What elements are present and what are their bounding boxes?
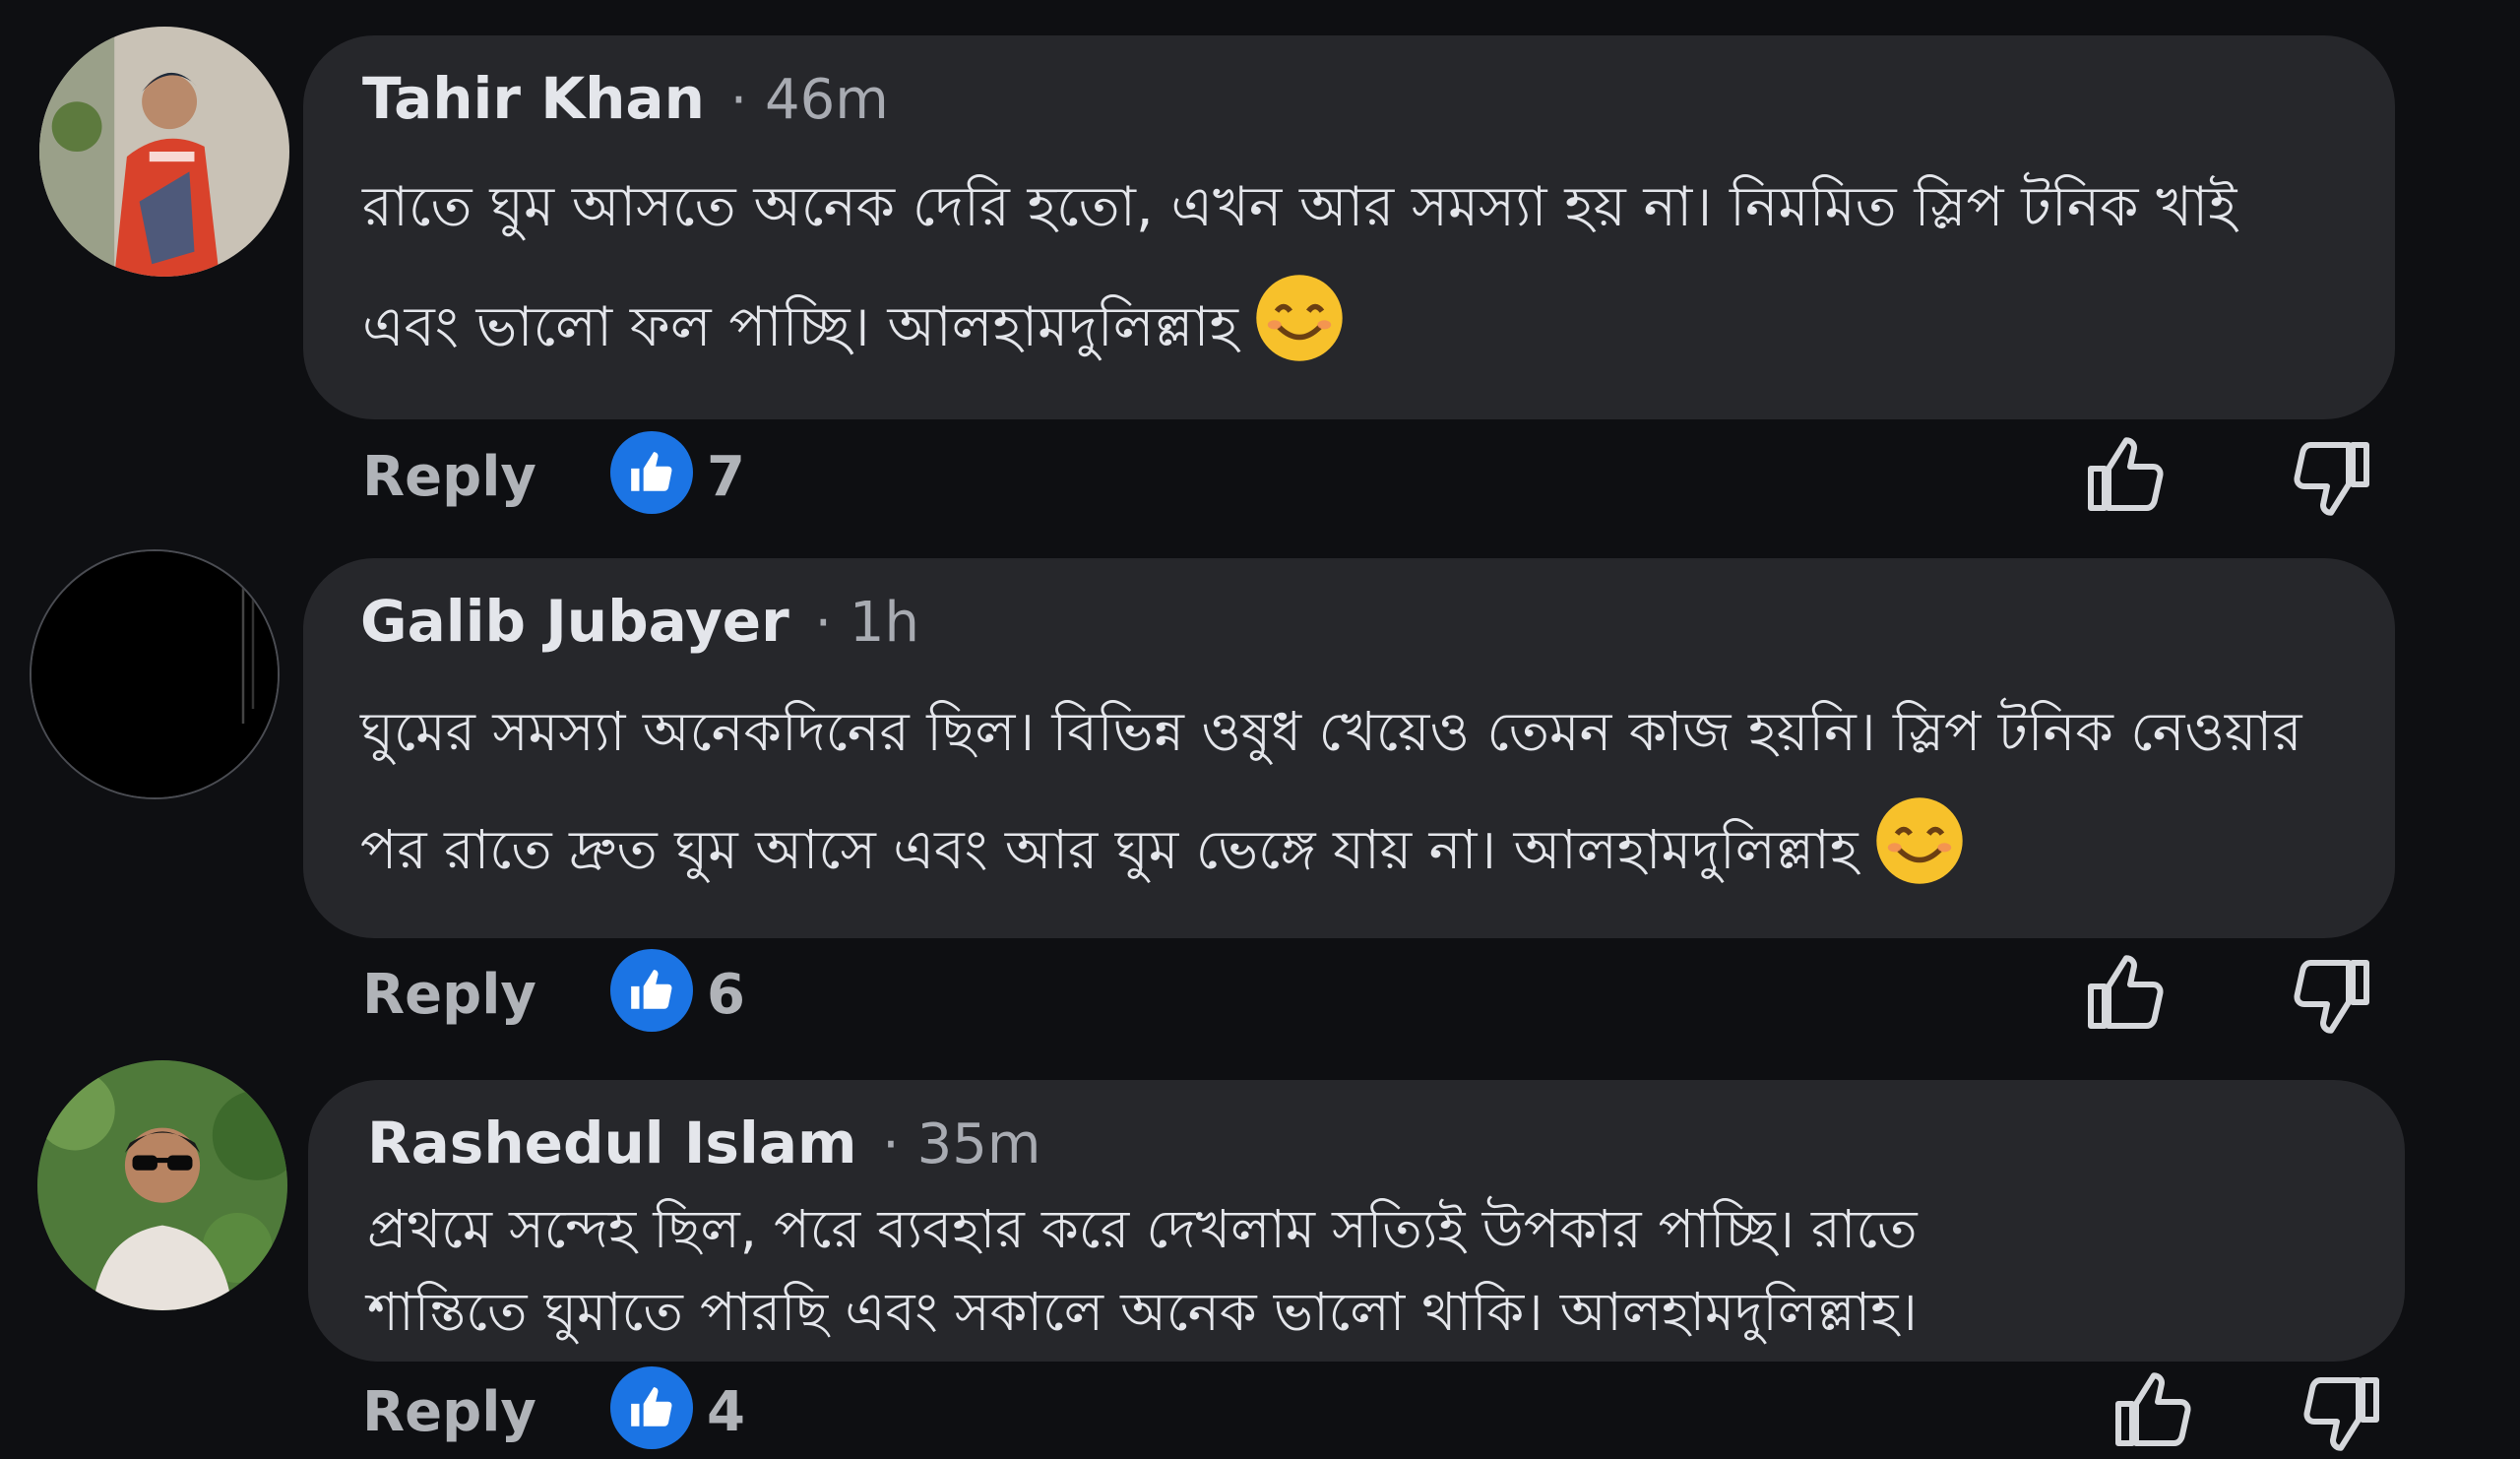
comment-actions: Reply 7 [0,429,2520,524]
like-count: 4 [707,1380,745,1444]
thumbs-up-icon[interactable] [2079,429,2174,524]
comment-actions: Reply 4 [0,1364,2520,1459]
author-name[interactable]: Galib Jubayer [360,588,789,655]
smiling-face-icon [1875,797,1963,884]
comment-bubble: Tahir Khan · 46m রাতে ঘুম আসতে অনেক দেরি… [303,35,2395,419]
like-reaction-badge[interactable] [610,1366,693,1449]
avatar[interactable] [39,27,289,277]
thumbs-up-icon [631,970,672,1009]
separator-dot: · [814,592,832,654]
separator-dot: · [882,1113,900,1175]
comment-bubble: Galib Jubayer · 1h ঘুমের সমস্যা অনেকদিনে… [303,558,2395,938]
reply-button[interactable]: Reply [362,445,536,509]
author-name[interactable]: Rashedul Islam [367,1110,856,1176]
comment-text: রাতে ঘুম আসতে অনেক দেরি হতো, এখন আর সমস্… [362,148,2336,388]
smiling-face-icon [1256,275,1343,361]
comment-header: Tahir Khan · 46m [362,65,2336,156]
comment-text-body: প্রথমে সন্দেহ ছিল, পরে ব্যবহার করে দেখলা… [367,1198,1918,1343]
comment-header: Galib Jubayer · 1h [360,588,2336,678]
thumbs-up-icon [631,452,672,491]
comment-bubble: Rashedul Islam · 35m প্রথমে সন্দেহ ছিল, … [308,1080,2405,1362]
like-reaction-badge[interactable] [610,949,693,1032]
comment-text-body: ঘুমের সমস্যা অনেকদিনের ছিল। বিভিন্ন ওষুধ… [360,700,2302,881]
author-name[interactable]: Tahir Khan [362,65,705,132]
avatar[interactable] [37,1060,287,1310]
avatar[interactable] [30,549,280,799]
thumbs-down-icon[interactable] [2284,947,2378,1042]
thumbs-down-icon[interactable] [2284,429,2378,524]
thumbs-up-icon [631,1387,672,1427]
reply-button[interactable]: Reply [362,963,536,1027]
like-count: 6 [707,963,745,1027]
comment-header: Rashedul Islam · 35m [367,1110,2346,1188]
separator-dot: · [729,69,748,131]
comment-text: প্রথমে সন্দেহ ছিল, পরে ব্যবহার করে দেখলা… [367,1188,2060,1354]
comment-time[interactable]: 1h [850,591,919,655]
reply-button[interactable]: Reply [362,1380,536,1444]
thumbs-up-icon[interactable] [2107,1364,2201,1459]
comment-text: ঘুমের সমস্যা অনেকদিনের ছিল। বিভিন্ন ওষুধ… [360,672,2336,909]
comment-time[interactable]: 46m [765,68,889,132]
thumbs-down-icon[interactable] [2294,1364,2388,1459]
comment-actions: Reply 6 [0,947,2520,1042]
like-count: 7 [707,445,745,509]
thumbs-up-icon[interactable] [2079,947,2174,1042]
like-reaction-badge[interactable] [610,431,693,514]
comment-time[interactable]: 35m [917,1112,1041,1176]
